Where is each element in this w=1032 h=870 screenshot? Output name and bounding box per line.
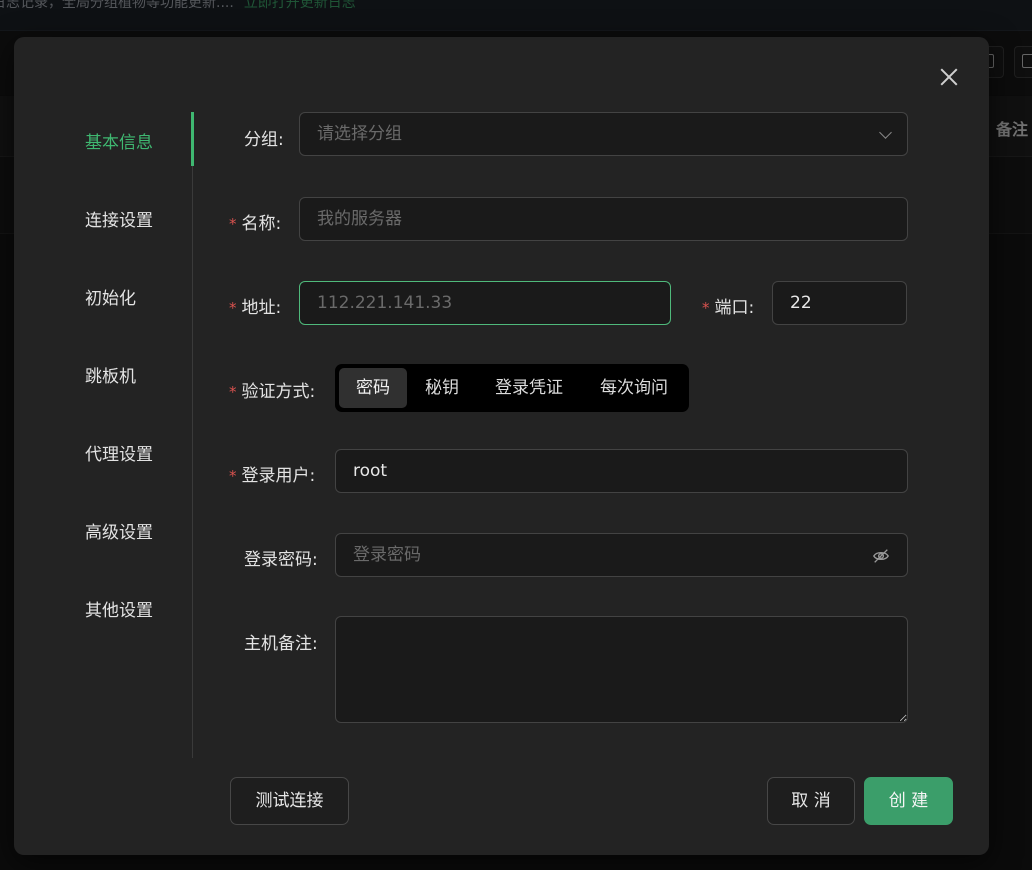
name-input[interactable]: 我的服务器 <box>299 197 908 241</box>
required-mark: * <box>229 467 237 485</box>
required-mark: * <box>702 299 710 317</box>
user-label: * 登录用户: <box>229 466 316 486</box>
address-input[interactable]: 112.221.141.33 <box>299 281 671 325</box>
close-icon[interactable] <box>936 64 962 90</box>
auth-option-ask-each-time[interactable]: 每次询问 <box>585 368 683 408</box>
new-host-dialog: 基本信息 连接设置 初始化 跳板机 代理设置 高级设置 其他设置 分组: 请选择… <box>14 37 989 855</box>
test-connection-button[interactable]: 测试连接 <box>230 777 349 825</box>
password-placeholder: 登录密码 <box>353 545 421 565</box>
eye-off-icon[interactable] <box>872 547 890 565</box>
nav-advanced-settings[interactable]: 高级设置 <box>85 518 153 543</box>
nav-active-indicator <box>191 112 194 166</box>
port-input[interactable]: 22 <box>772 281 907 325</box>
create-button[interactable]: 创 建 <box>864 777 953 825</box>
address-placeholder: 112.221.141.33 <box>317 293 453 313</box>
name-label: * 名称: <box>229 214 282 234</box>
auth-segmented-control: 密码 秘钥 登录凭证 每次询问 <box>335 364 689 412</box>
note-textarea[interactable] <box>335 616 908 723</box>
required-mark: * <box>229 383 237 401</box>
nav-proxy-settings[interactable]: 代理设置 <box>85 440 153 465</box>
nav-divider <box>192 112 193 758</box>
password-input[interactable]: 登录密码 <box>335 533 908 577</box>
port-label: * 端口: <box>702 298 755 318</box>
nav-jump-host[interactable]: 跳板机 <box>85 362 136 387</box>
auth-option-key[interactable]: 秘钥 <box>411 368 473 408</box>
user-input[interactable]: root <box>335 449 908 493</box>
port-value: 22 <box>790 293 812 313</box>
nav-connection-settings[interactable]: 连接设置 <box>85 206 153 231</box>
required-mark: * <box>229 299 237 317</box>
user-value: root <box>353 461 388 481</box>
chevron-down-icon <box>879 126 892 139</box>
password-label: 登录密码: <box>244 550 318 570</box>
nav-initialization[interactable]: 初始化 <box>85 284 136 309</box>
auth-option-credential[interactable]: 登录凭证 <box>481 368 577 408</box>
auth-label: * 验证方式: <box>229 382 316 402</box>
group-label: 分组: <box>244 130 284 150</box>
nav-basic-info[interactable]: 基本信息 <box>85 128 153 153</box>
name-placeholder: 我的服务器 <box>317 209 402 229</box>
note-label: 主机备注: <box>244 634 318 654</box>
address-label: * 地址: <box>229 298 282 318</box>
nav-other-settings[interactable]: 其他设置 <box>85 596 153 621</box>
cancel-button[interactable]: 取 消 <box>767 777 855 825</box>
auth-option-password[interactable]: 密码 <box>339 368 407 408</box>
group-select[interactable]: 请选择分组 <box>299 112 908 156</box>
group-placeholder: 请选择分组 <box>317 124 402 144</box>
required-mark: * <box>229 215 237 233</box>
